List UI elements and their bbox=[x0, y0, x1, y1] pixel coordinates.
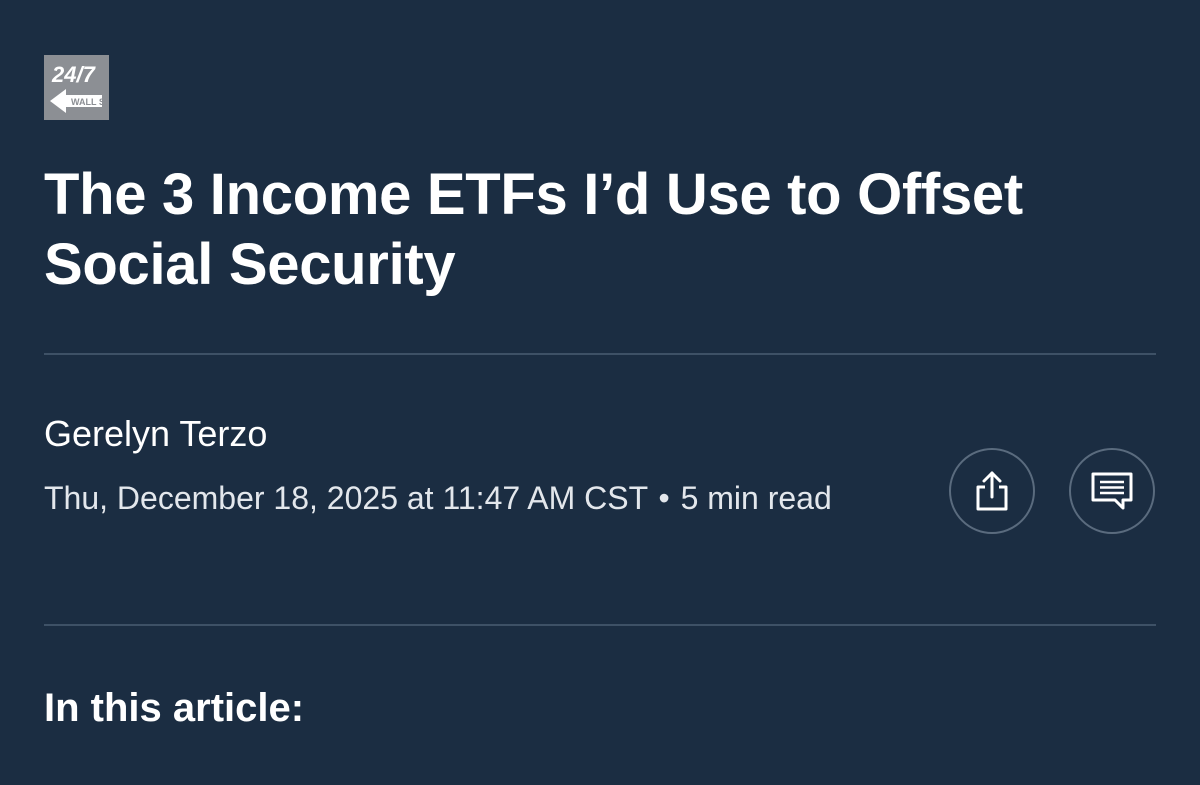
in-this-article-heading: In this article: bbox=[44, 686, 305, 730]
read-time: 5 min read bbox=[680, 480, 832, 516]
meta-divider bbox=[44, 624, 1156, 626]
author-name[interactable]: Gerelyn Terzo bbox=[44, 412, 267, 456]
article-meta: Thu, December 18, 2025 at 11:47 AM CST •… bbox=[44, 470, 904, 526]
meta-separator: • bbox=[658, 480, 670, 516]
publish-date: Thu, December 18, 2025 at 11:47 AM CST bbox=[44, 480, 648, 516]
header-divider bbox=[44, 353, 1156, 355]
svg-text:WALL ST: WALL ST bbox=[71, 97, 109, 107]
share-button[interactable] bbox=[949, 448, 1035, 534]
comment-button[interactable] bbox=[1069, 448, 1155, 534]
publisher-logo[interactable]: 24/7 WALL ST bbox=[44, 55, 109, 120]
share-icon bbox=[976, 471, 1008, 511]
comment-icon bbox=[1091, 472, 1133, 510]
article-headline: The 3 Income ETFs I’d Use to Offset Soci… bbox=[44, 162, 1023, 297]
svg-text:24/7: 24/7 bbox=[51, 62, 97, 87]
publisher-logo-mark: 24/7 WALL ST bbox=[44, 55, 109, 120]
